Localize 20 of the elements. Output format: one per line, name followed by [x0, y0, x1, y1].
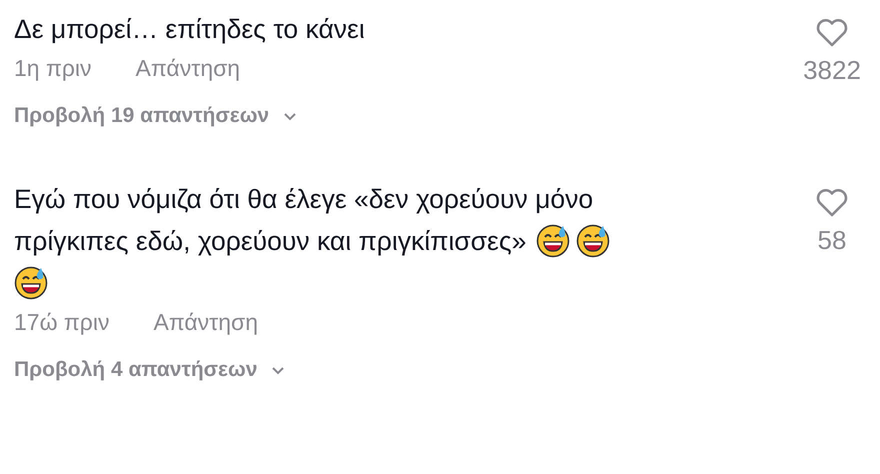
- chevron-down-icon: [271, 366, 286, 374]
- chevron-down-icon: [283, 112, 298, 120]
- like-button[interactable]: [815, 188, 849, 218]
- comment-text-line: Εγώ που νόμιζα ότι θα έλεγε «δεν χορεύουν μόνο: [14, 184, 594, 214]
- comment-time: 17ώ πριν: [14, 308, 110, 337]
- comment-text-line: πρίγκιπες εδώ, χορεύουν και πριγκίπισσες»: [14, 226, 526, 256]
- like-button[interactable]: [815, 18, 849, 48]
- reply-link[interactable]: Απάντηση: [136, 50, 240, 86]
- grinning-sweat-emoji-icon: [14, 266, 48, 300]
- grinning-sweat-emoji-icon: [536, 224, 570, 258]
- like-count: 3822: [803, 54, 861, 87]
- view-replies-button[interactable]: Προβολή 4 απαντήσεων: [14, 358, 286, 382]
- heart-icon: [815, 188, 849, 218]
- grinning-sweat-emoji-icon: [576, 224, 610, 258]
- view-replies-button[interactable]: Προβολή 19 απαντήσεων: [14, 104, 298, 128]
- comment-time: 1η πριν: [14, 54, 92, 83]
- heart-icon: [815, 18, 849, 48]
- reply-link[interactable]: Απάντηση: [154, 304, 258, 340]
- comment-text-line: Δε μπορεί… επίτηδες το κάνει: [14, 14, 365, 44]
- like-count: 58: [818, 224, 846, 257]
